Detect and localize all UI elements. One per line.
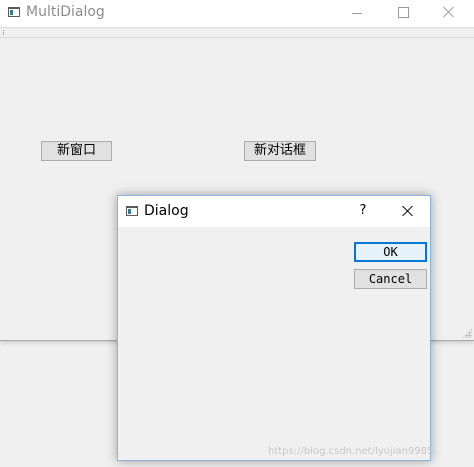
dialog-close-button[interactable]: [392, 196, 424, 227]
ok-button[interactable]: OK: [354, 242, 427, 262]
main-titlebar[interactable]: MultiDialog: [0, 0, 474, 27]
dialog-window: Dialog ? OK Cancel: [117, 195, 431, 461]
help-button[interactable]: ?: [350, 196, 376, 227]
dialog-app-icon[interactable]: [126, 206, 138, 216]
main-window-title: MultiDialog: [26, 4, 105, 20]
toolbar-area: [0, 27, 474, 38]
desktop: MultiDialog 新窗口 新对话框 Dialog ? OK Cancel …: [0, 0, 474, 467]
dialog-title: Dialog: [144, 203, 189, 219]
toolbar-handle-icon[interactable]: [3, 30, 6, 35]
main-close-button[interactable]: [426, 0, 472, 27]
dialog-titlebar[interactable]: Dialog ?: [118, 196, 430, 227]
maximize-button[interactable]: [380, 0, 426, 27]
minimize-icon: [352, 13, 362, 14]
minimize-button[interactable]: [334, 0, 380, 27]
app-window-icon[interactable]: [8, 7, 20, 17]
new-dialog-button[interactable]: 新对话框: [244, 141, 316, 161]
new-window-button[interactable]: 新窗口: [41, 141, 112, 161]
cancel-button[interactable]: Cancel: [354, 269, 427, 289]
watermark: https://blog.csdn.net/lyujian9985: [268, 446, 434, 457]
maximize-icon: [398, 7, 409, 18]
close-icon: [443, 6, 455, 18]
close-icon: [402, 205, 414, 217]
size-grip-icon[interactable]: [462, 328, 472, 338]
